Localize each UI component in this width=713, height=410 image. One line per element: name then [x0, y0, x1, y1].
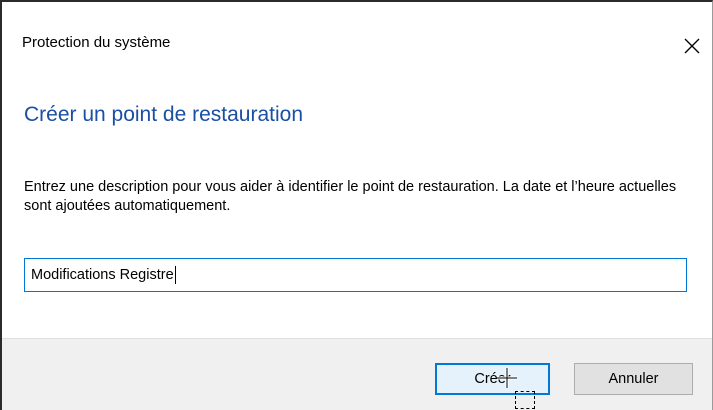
move-cursor-icon [497, 368, 517, 388]
close-icon [684, 38, 700, 54]
text-caret [174, 266, 176, 284]
close-button[interactable] [672, 30, 712, 62]
input-value: Modifications Registre [31, 267, 174, 283]
cancel-button[interactable]: Annuler [574, 363, 693, 395]
system-protection-dialog: Protection du système Créer un point de … [0, 0, 713, 410]
description-text: Entrez une description pour vous aider à… [24, 179, 677, 214]
cancel-button-label: Annuler [608, 371, 659, 387]
drag-box-icon [515, 391, 535, 409]
title-bar[interactable]: Protection du système [2, 2, 712, 54]
restore-point-description-input[interactable]: Modifications Registre [24, 258, 687, 292]
dialog-heading: Créer un point de restauration [24, 103, 303, 126]
window-title: Protection du système [22, 34, 171, 51]
